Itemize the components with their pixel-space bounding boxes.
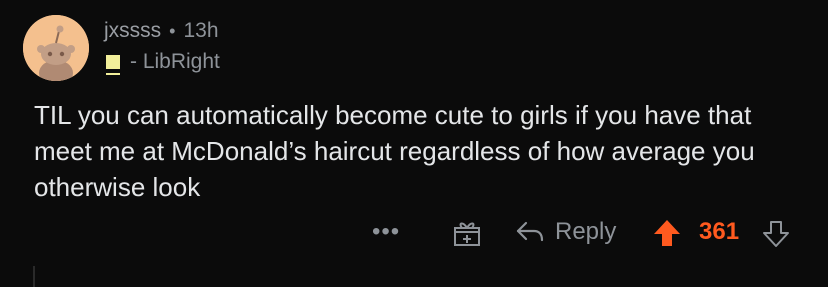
comment-age: 13h bbox=[183, 19, 219, 42]
downvote-arrow-icon[interactable] bbox=[761, 219, 791, 249]
snoo-avatar-icon[interactable] bbox=[23, 15, 89, 81]
comment-body: TIL you can automatically become cute to… bbox=[34, 100, 755, 202]
user-flair: - LibRight bbox=[106, 50, 220, 75]
flair-text: - LibRight bbox=[130, 50, 220, 73]
reply-button[interactable]: Reply bbox=[515, 213, 616, 251]
upvote-arrow-icon[interactable] bbox=[652, 218, 682, 248]
vote-score: 361 bbox=[699, 218, 740, 245]
comment-meta: jxssss • 13h bbox=[104, 19, 219, 43]
gift-icon[interactable] bbox=[452, 218, 482, 248]
reply-arrow-icon bbox=[516, 221, 544, 242]
reply-label: Reply bbox=[555, 218, 617, 245]
more-options-icon[interactable]: ••• bbox=[372, 213, 400, 251]
thread-line bbox=[33, 266, 35, 287]
meta-separator: • bbox=[169, 20, 176, 41]
comment: jxssss • 13h - LibRight TIL you can auto… bbox=[0, 0, 828, 287]
comment-actions: ••• Reply 361 bbox=[0, 213, 828, 251]
username-link[interactable]: jxssss bbox=[104, 19, 161, 43]
flair-color-icon bbox=[106, 55, 120, 75]
